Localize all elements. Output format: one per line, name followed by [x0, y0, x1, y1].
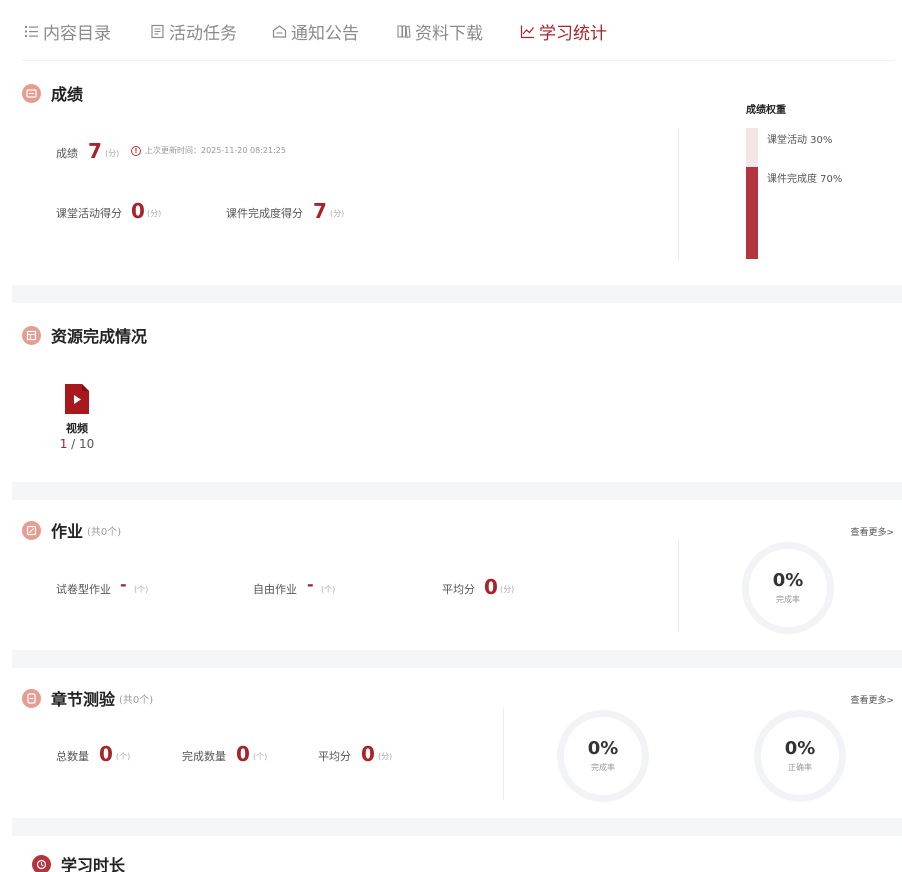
tab-label: 活动任务 [169, 23, 237, 44]
quiz-done-value: 0 [236, 742, 250, 766]
homework-icon [22, 520, 41, 540]
quiz-total-value: 0 [99, 742, 113, 766]
homework-completion-rate: 0% [772, 570, 804, 592]
list-icon [24, 24, 39, 39]
quiz-avg-value: 0 [361, 742, 375, 766]
grade-title: 成绩 [51, 85, 84, 104]
video-label: 视频 [66, 422, 88, 435]
courseware-score-value: 7 [313, 199, 327, 223]
tab-learning-stats[interactable]: 学习统计 [520, 18, 607, 44]
quiz-accuracy-label: 正确率 [788, 762, 812, 772]
quiz-section-header: 章节测验 (共0个) [22, 686, 153, 710]
tab-content-catalog[interactable]: 内容目录 [24, 18, 111, 44]
activity-score-value: 0 [131, 199, 145, 223]
study-time-title: 学习时长 [61, 856, 126, 872]
quiz-divider [503, 708, 504, 800]
courseware-score-unit: (分) [330, 209, 345, 218]
score-label: 成绩 [56, 147, 78, 160]
free-homework-label: 自由作业 [253, 583, 297, 596]
section-separator [12, 650, 902, 668]
video-total: / 10 [67, 437, 95, 451]
quiz-count: (共0个) [119, 694, 154, 706]
quiz-completion-label: 完成率 [591, 762, 615, 772]
quiz-accuracy-rate: 0% [784, 738, 816, 760]
quiz-total-unit: (个) [116, 752, 131, 761]
tab-label: 通知公告 [291, 23, 359, 44]
quiz-icon [22, 688, 41, 708]
quiz-total-label: 总数量 [56, 750, 89, 763]
homework-divider [678, 540, 679, 632]
quiz-accuracy-ring: 0% 正确率 [754, 710, 846, 802]
quiz-done-label: 完成数量 [182, 750, 226, 763]
quiz-avg-label: 平均分 [318, 750, 351, 763]
free-homework-unit: (个) [321, 585, 336, 594]
folder-icon [396, 24, 411, 39]
tab-label: 内容目录 [43, 23, 111, 44]
section-separator [12, 285, 902, 303]
info-icon: ! [131, 145, 141, 156]
quiz-completion-rate: 0% [587, 738, 619, 760]
exam-homework-value: - [120, 575, 127, 594]
free-homework-value: - [307, 575, 314, 594]
weight-segment-courseware [746, 167, 758, 259]
quiz-title: 章节测验 [51, 690, 116, 709]
chart-line-icon [520, 24, 535, 39]
quiz-done-unit: (个) [253, 752, 268, 761]
grade-icon [22, 83, 41, 103]
section-separator [12, 482, 902, 500]
grade-divider [678, 128, 679, 260]
study-time-section-header: 学习时长 [32, 852, 125, 872]
weight-label-courseware: 课件完成度 70% [767, 174, 843, 185]
quiz-view-more-link[interactable]: 查看更多> [850, 693, 894, 706]
weight-title: 成绩权重 [746, 105, 786, 116]
exam-homework-label: 试卷型作业 [56, 583, 111, 596]
homework-completion-label: 完成率 [776, 594, 800, 604]
update-info: ! 上次更新时间：2025-11-20 08:21:25 [131, 145, 286, 156]
quiz-completion-ring: 0% 完成率 [557, 710, 649, 802]
task-icon [150, 24, 165, 39]
video-file-icon [55, 384, 99, 418]
courseware-score-label: 课件完成度得分 [226, 207, 303, 220]
resource-icon [22, 325, 41, 345]
homework-count: (共0个) [87, 526, 122, 538]
exam-homework-unit: (个) [134, 585, 149, 594]
weight-segment-activity [746, 128, 758, 167]
tab-bar: 内容目录 活动任务 通知公告 资料下载 学习统计 [0, 0, 902, 60]
tab-downloads[interactable]: 资料下载 [396, 18, 483, 44]
homework-avg-label: 平均分 [442, 583, 475, 596]
video-resource[interactable]: 视频 1 / 10 [55, 384, 99, 451]
activity-score-unit: (分) [147, 209, 162, 218]
score-value: 7 [88, 139, 102, 163]
tab-label: 学习统计 [539, 23, 607, 44]
grade-section-header: 成绩 [22, 81, 83, 105]
resources-title: 资源完成情况 [51, 327, 148, 346]
homework-title: 作业 [51, 522, 84, 541]
homework-completion-ring: 0% 完成率 [742, 542, 834, 634]
tab-divider [22, 60, 894, 61]
tab-activity-tasks[interactable]: 活动任务 [150, 18, 237, 44]
section-separator [12, 818, 902, 836]
resources-section-header: 资源完成情况 [22, 323, 147, 347]
update-time: 上次更新时间：2025-11-20 08:21:25 [145, 146, 286, 155]
notice-icon [272, 24, 287, 39]
homework-avg-value: 0 [484, 575, 498, 599]
tab-label: 资料下载 [415, 23, 483, 44]
tab-notices[interactable]: 通知公告 [272, 18, 359, 44]
weight-label-activity: 课堂活动 30% [767, 135, 833, 146]
homework-avg-unit: (分) [500, 585, 515, 594]
homework-view-more-link[interactable]: 查看更多> [850, 525, 894, 538]
video-progress: 1 / 10 [55, 437, 99, 451]
homework-section-header: 作业 (共0个) [22, 518, 121, 542]
clock-icon [32, 854, 51, 872]
activity-score-label: 课堂活动得分 [56, 207, 122, 220]
score-unit: (分) [105, 149, 120, 158]
quiz-avg-unit: (分) [378, 752, 393, 761]
weight-bar [746, 128, 758, 259]
